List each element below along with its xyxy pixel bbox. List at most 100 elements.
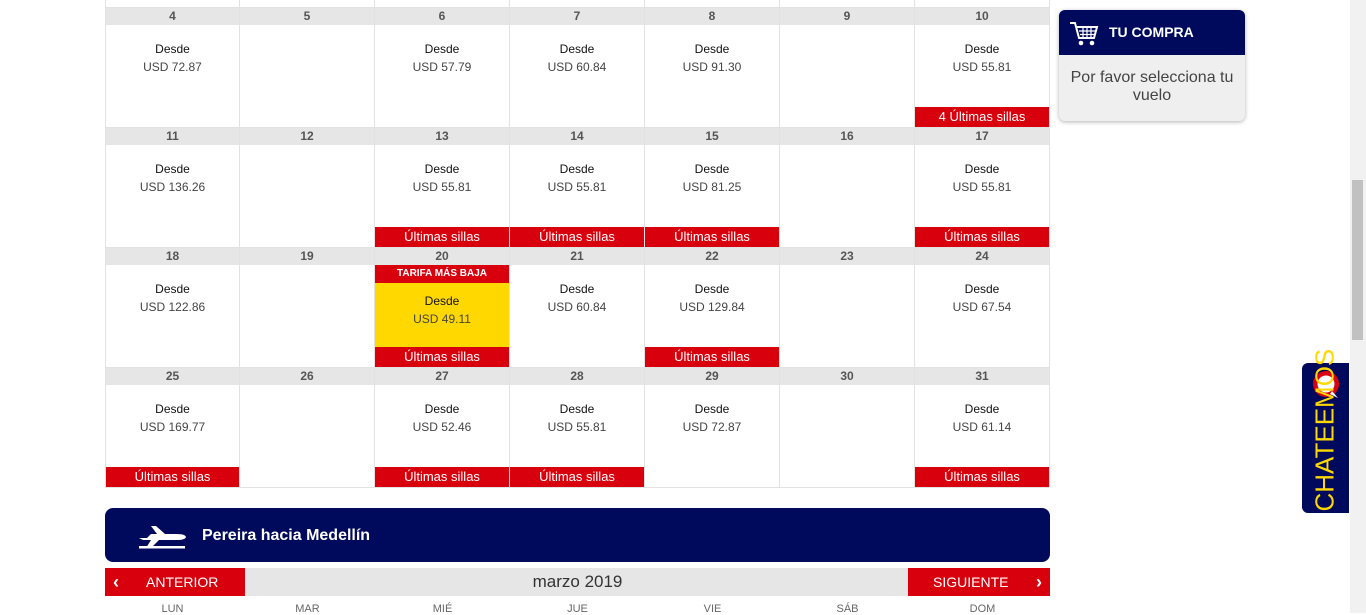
- day-cell-unavailable: 19: [240, 248, 375, 368]
- last-seats-badge: Últimas sillas: [106, 467, 239, 487]
- day-number: 23: [780, 248, 914, 265]
- calendar-week: 11 Desde USD 136.26 12 13 Desde USD 55.81 Últim…: [105, 128, 1051, 248]
- fare-price: USD 129.84: [679, 300, 745, 314]
- day-number: 22: [645, 248, 779, 265]
- fare-from-label: Desde: [424, 42, 460, 56]
- fare-price: USD 49.11: [413, 312, 471, 326]
- day-cell[interactable]: 14 Desde USD 55.81 Últimas sillas: [510, 128, 645, 248]
- day-number: 31: [915, 368, 1049, 385]
- chat-widget-button[interactable]: CHATEEMOS: [1302, 348, 1349, 513]
- fare-price: USD 55.81: [952, 60, 1012, 74]
- day-cell[interactable]: 15 Desde USD 81.25 Últimas sillas: [645, 128, 780, 248]
- next-month-label: SIGUIENTE: [933, 574, 1009, 590]
- day-number: 18: [106, 248, 239, 265]
- fare-price: USD 122.86: [139, 300, 206, 314]
- day-number: 10: [915, 8, 1049, 25]
- previous-month-button[interactable]: ‹ ANTERIOR: [105, 568, 245, 596]
- day-number: 5: [240, 8, 374, 25]
- day-cell[interactable]: 6 Desde USD 57.79: [375, 8, 510, 128]
- day-number: 11: [106, 128, 239, 145]
- day-cell[interactable]: 11 Desde USD 136.26: [105, 128, 240, 248]
- fare-price: USD 60.84: [547, 60, 607, 74]
- day-cell[interactable]: 20 TARIFA MÁS BAJA Desde USD 49.11 Últimas s…: [375, 248, 510, 368]
- page-scrollbar[interactable]: [1350, 0, 1366, 613]
- weekday-label: MAR: [295, 603, 320, 615]
- scrollbar-thumb[interactable]: [1352, 180, 1363, 340]
- last-seats-badge: Últimas sillas: [375, 467, 509, 487]
- chat-label: CHATEEMOS: [1309, 348, 1340, 512]
- fare-from-label: Desde: [694, 42, 730, 56]
- day-number: 29: [645, 368, 779, 385]
- next-month-button[interactable]: SIGUIENTE ›: [908, 568, 1050, 596]
- day-cell-unavailable: 12: [240, 128, 375, 248]
- weekday-label: MIÉ: [432, 603, 453, 615]
- day-number: 8: [645, 8, 779, 25]
- day-number: 7: [510, 8, 644, 25]
- fare-price: USD 55.81: [547, 180, 607, 194]
- fare-from-label: Desde: [155, 42, 190, 56]
- day-cell: [105, 0, 240, 8]
- day-cell[interactable]: 8 Desde USD 91.30: [645, 8, 780, 128]
- fare-from-label: Desde: [559, 162, 595, 176]
- day-cell-unavailable: 16: [780, 128, 915, 248]
- day-number: 28: [510, 368, 644, 385]
- last-seats-badge: Últimas sillas: [375, 347, 509, 367]
- lowest-fare-badge: TARIFA MÁS BAJA: [375, 265, 509, 283]
- day-number: 24: [915, 248, 1049, 265]
- fare-from-label: Desde: [964, 282, 1000, 296]
- weekday-header: LUN MAR MIÉ JUE VIE SÁB DOM: [105, 603, 1050, 615]
- last-seats-badge: Últimas sillas: [645, 347, 779, 367]
- day-cell: [915, 0, 1050, 8]
- fare-price: USD 169.77: [139, 420, 206, 434]
- fare-from-label: Desde: [424, 294, 460, 308]
- fare-from-label: Desde: [424, 162, 460, 176]
- weekday-label: DOM: [969, 603, 996, 615]
- fare-price: USD 136.26: [139, 180, 206, 194]
- day-cell[interactable]: 22 Desde USD 129.84 Últimas sillas: [645, 248, 780, 368]
- fare-price: USD 72.87: [682, 420, 742, 434]
- fare-calendar: 4 Desde USD 72.87 5 6 Desde USD 57.79 7 Desde USD…: [105, 0, 1051, 488]
- fare-price: USD 55.81: [547, 420, 607, 434]
- fare-from-label: Desde: [155, 162, 190, 176]
- purchase-summary-panel: TU COMPRA Por favor selecciona tu vuelo: [1059, 10, 1245, 121]
- weekday-label: LUN: [161, 603, 184, 615]
- day-cell[interactable]: 21 Desde USD 60.84: [510, 248, 645, 368]
- day-cell[interactable]: 31 Desde USD 61.14 Últimas sillas: [915, 368, 1050, 488]
- day-cell[interactable]: 7 Desde USD 60.84: [510, 8, 645, 128]
- fare-price: USD 52.46: [412, 420, 472, 434]
- chevron-left-icon: ‹: [113, 572, 119, 592]
- fare-from-label: Desde: [964, 162, 1000, 176]
- day-cell[interactable]: 25 Desde USD 169.77 Últimas sillas: [105, 368, 240, 488]
- weekday-label: JUE: [567, 603, 588, 615]
- fare-from-label: Desde: [694, 282, 730, 296]
- day-cell[interactable]: 24 Desde USD 67.54: [915, 248, 1050, 368]
- calendar-week-partial: [105, 0, 1051, 8]
- fare-price: USD 81.25: [682, 180, 742, 194]
- fare-from-label: Desde: [694, 162, 730, 176]
- purchase-summary-message: Por favor selecciona tu vuelo: [1070, 69, 1234, 104]
- month-navigation: marzo 2019 ‹ ANTERIOR SIGUIENTE ›: [105, 568, 1050, 596]
- day-cell[interactable]: 4 Desde USD 72.87: [105, 8, 240, 128]
- day-cell-unavailable: 23: [780, 248, 915, 368]
- last-seats-badge: Últimas sillas: [645, 227, 779, 247]
- last-seats-badge: Últimas sillas: [510, 227, 644, 247]
- day-cell[interactable]: 28 Desde USD 55.81 Últimas sillas: [510, 368, 645, 488]
- day-number: 14: [510, 128, 644, 145]
- day-number: 4: [106, 8, 239, 25]
- day-cell[interactable]: 18 Desde USD 122.86: [105, 248, 240, 368]
- shopping-cart-icon: [1069, 20, 1099, 53]
- chevron-right-icon: ›: [1036, 572, 1042, 592]
- day-number: 15: [645, 128, 779, 145]
- last-seats-badge: Últimas sillas: [510, 467, 644, 487]
- day-cell[interactable]: 10 Desde USD 55.81 4 Últimas sillas: [915, 8, 1050, 128]
- day-cell[interactable]: 17 Desde USD 55.81 Últimas sillas: [915, 128, 1050, 248]
- last-seats-badge: Últimas sillas: [375, 227, 509, 247]
- day-cell[interactable]: 29 Desde USD 72.87: [645, 368, 780, 488]
- day-cell: [780, 0, 915, 8]
- calendar-week: 4 Desde USD 72.87 5 6 Desde USD 57.79 7 Desde USD…: [105, 8, 1051, 128]
- fare-from-label: Desde: [424, 402, 460, 416]
- day-cell[interactable]: 13 Desde USD 55.81 Últimas sillas: [375, 128, 510, 248]
- fare-price: USD 60.84: [547, 300, 607, 314]
- day-cell[interactable]: 27 Desde USD 52.46 Últimas sillas: [375, 368, 510, 488]
- day-number: 12: [240, 128, 374, 145]
